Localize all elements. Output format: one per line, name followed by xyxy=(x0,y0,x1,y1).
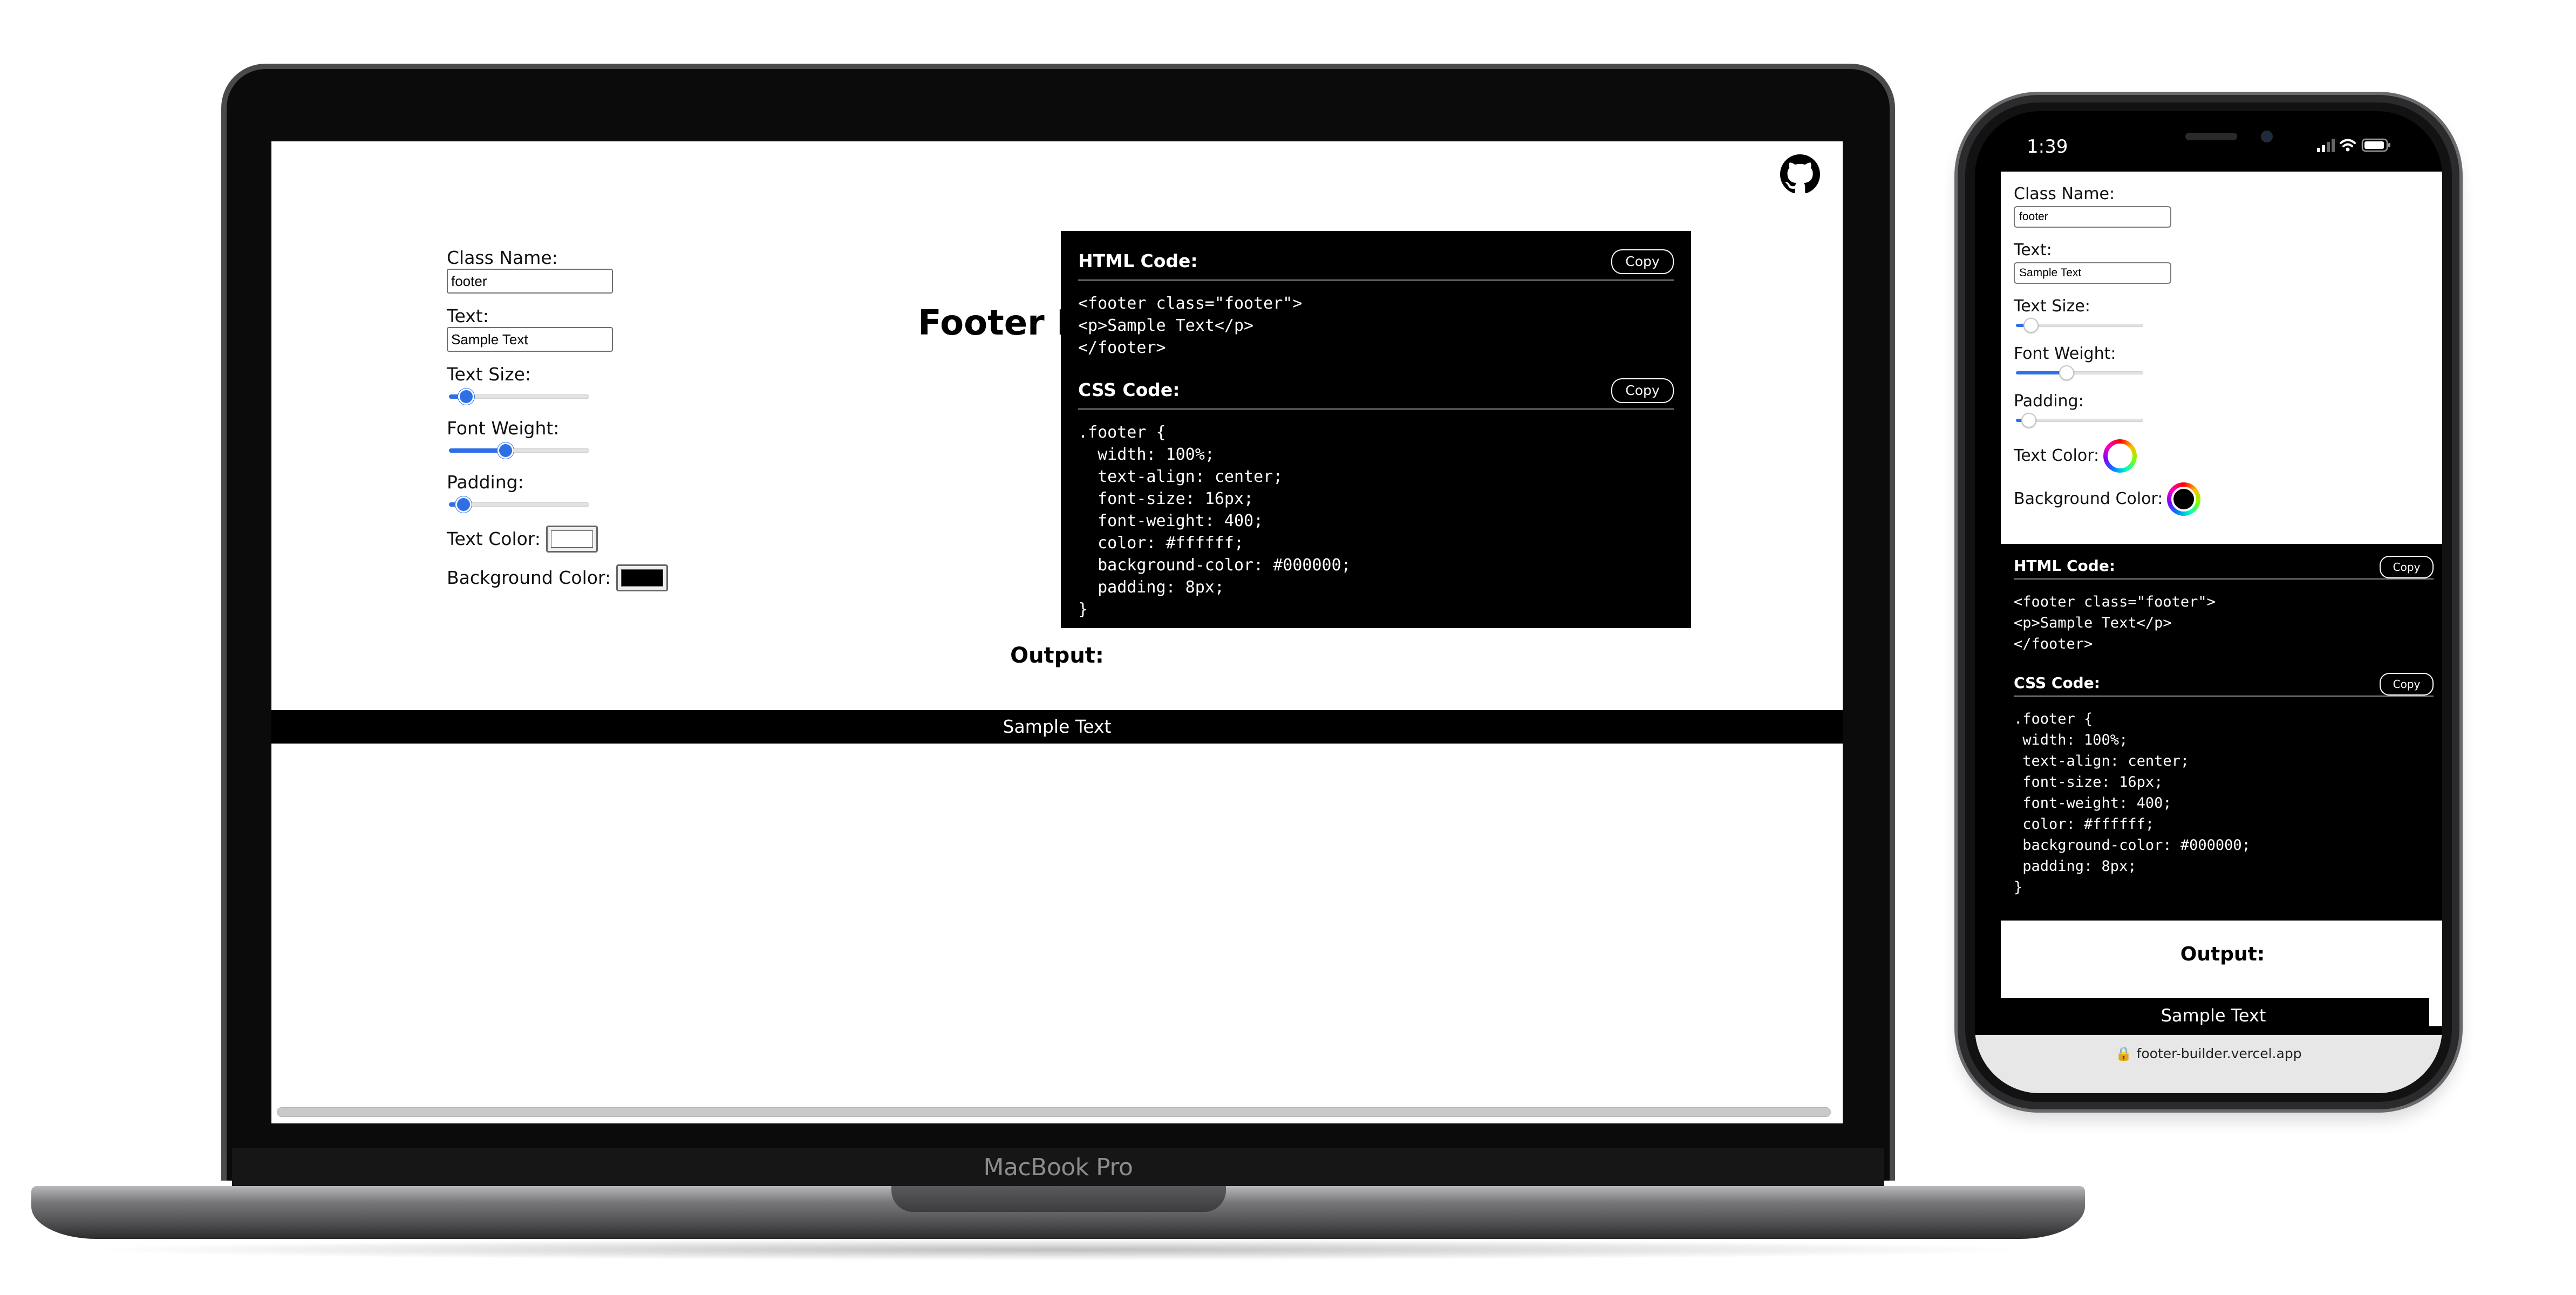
copy-html-button[interactable]: Copy xyxy=(2380,556,2434,578)
text-color-picker[interactable] xyxy=(546,526,598,553)
text-color-label: Text Color: xyxy=(447,528,541,549)
padding-label: Padding: xyxy=(447,472,524,493)
copy-css-button[interactable]: Copy xyxy=(2380,673,2434,696)
font-weight-label: Font Weight: xyxy=(447,418,560,439)
copy-html-button[interactable]: Copy xyxy=(1611,249,1674,274)
font-weight-slider[interactable] xyxy=(449,441,589,459)
text-size-slider[interactable] xyxy=(2016,317,2143,333)
bg-color-row: Background Color: xyxy=(447,564,727,591)
copy-css-button[interactable]: Copy xyxy=(1611,378,1674,403)
html-code-heading: HTML Code: xyxy=(1078,250,1198,271)
slider-thumb[interactable] xyxy=(2021,413,2036,428)
laptop-shadow xyxy=(76,1239,2040,1260)
font-weight-label: Font Weight: xyxy=(2014,344,2116,363)
css-code-heading: CSS Code: xyxy=(1078,379,1180,400)
css-code-block: .footer { width: 100%; text-align: cente… xyxy=(2014,711,2251,896)
text-size-slider[interactable] xyxy=(449,387,589,405)
text-label: Text: xyxy=(2014,241,2052,260)
text-color-swatch xyxy=(550,530,593,548)
css-code-header: CSS Code: Copy xyxy=(2014,670,2434,697)
class-name-input[interactable]: footer xyxy=(2014,206,2171,228)
github-icon[interactable] xyxy=(1780,154,1820,194)
font-weight-slider[interactable] xyxy=(2016,365,2143,380)
laptop-chin: MacBook Pro xyxy=(232,1148,1884,1186)
text-color-picker[interactable] xyxy=(2103,439,2137,473)
html-code-header: HTML Code: Copy xyxy=(1078,245,1674,281)
mobile-builder-controls: Class Name: footer Text: Sample Text Tex… xyxy=(2014,185,2284,526)
url-row[interactable]: 🔒 footer-builder.vercel.app xyxy=(1975,1046,2442,1062)
slider-thumb[interactable] xyxy=(2023,318,2039,333)
class-name-label: Class Name: xyxy=(2014,185,2115,203)
phone-screen: 1:39 Class Name: footer Text: Sample Tex… xyxy=(1975,111,2442,1093)
html-code-block: <footer class="footer"> <p>Sample Text</… xyxy=(2014,594,2216,652)
signal-icon xyxy=(2317,139,2335,152)
battery-icon xyxy=(2361,138,2390,152)
bg-color-swatch xyxy=(621,569,664,587)
builder-controls: Class Name: footer Text: Sample Text Tex… xyxy=(447,247,727,603)
slider-thumb[interactable] xyxy=(455,496,472,513)
code-panel: HTML Code: Copy <footer class="footer"> … xyxy=(1061,231,1691,628)
laptop-notch xyxy=(891,1186,1226,1212)
mobile-code-panel: HTML Code: Copy <footer class="footer"> … xyxy=(2014,553,2434,913)
padding-slider[interactable] xyxy=(2016,412,2143,428)
class-name-input[interactable]: footer xyxy=(447,269,613,294)
text-label: Text: xyxy=(447,305,489,326)
status-time: 1:39 xyxy=(2027,136,2068,158)
html-code-header: HTML Code: Copy xyxy=(2014,553,2434,580)
slider-thumb[interactable] xyxy=(458,388,475,405)
css-code-block: .footer { width: 100%; text-align: cente… xyxy=(1078,423,1351,619)
lock-icon: 🔒 xyxy=(2115,1046,2132,1061)
text-color-row: Text Color: xyxy=(2014,439,2284,473)
slider-thumb[interactable] xyxy=(2059,365,2075,380)
css-code-header: CSS Code: Copy xyxy=(1078,374,1674,410)
text-color-row: Text Color: xyxy=(447,526,727,553)
laptop-screen: Footer Builder Class Name: footer Text: … xyxy=(271,141,1843,1123)
text-input[interactable]: Sample Text xyxy=(2014,262,2171,284)
footer-preview: Sample Text xyxy=(271,708,1843,746)
url-text: footer-builder.vercel.app xyxy=(2136,1046,2302,1061)
text-size-label: Text Size: xyxy=(447,364,531,385)
browser-address-bar[interactable]: 🔒 footer-builder.vercel.app xyxy=(1975,1035,2442,1093)
bg-color-picker[interactable] xyxy=(2167,482,2201,516)
text-size-label: Text Size: xyxy=(2014,297,2090,316)
text-input[interactable]: Sample Text xyxy=(447,327,613,352)
text-color-label: Text Color: xyxy=(2014,446,2100,465)
output-label: Output: xyxy=(2180,943,2265,965)
slider-thumb[interactable] xyxy=(498,442,514,459)
css-code-heading: CSS Code: xyxy=(2014,674,2100,692)
text-color-swatch xyxy=(2108,444,2133,468)
padding-slider[interactable] xyxy=(449,495,589,513)
bg-color-label: Background Color: xyxy=(2014,489,2163,508)
bg-color-label: Background Color: xyxy=(447,567,611,588)
padding-label: Padding: xyxy=(2014,392,2084,411)
output-label: Output: xyxy=(1010,643,1104,668)
phone-speaker xyxy=(2185,133,2237,140)
device-label: MacBook Pro xyxy=(983,1153,1133,1181)
class-name-label: Class Name: xyxy=(447,247,558,268)
status-icons xyxy=(2317,138,2390,152)
bg-color-row: Background Color: xyxy=(2014,482,2284,516)
html-code-heading: HTML Code: xyxy=(2014,557,2116,575)
bg-color-swatch xyxy=(2171,487,2197,512)
bg-color-picker[interactable] xyxy=(616,564,669,591)
footer-preview: Sample Text xyxy=(1998,998,2429,1033)
wifi-icon xyxy=(2340,139,2356,147)
phone-camera xyxy=(2261,131,2273,142)
horizontal-scrollbar[interactable] xyxy=(277,1107,1831,1117)
html-code-block: <footer class="footer"> <p>Sample Text</… xyxy=(1078,294,1303,357)
